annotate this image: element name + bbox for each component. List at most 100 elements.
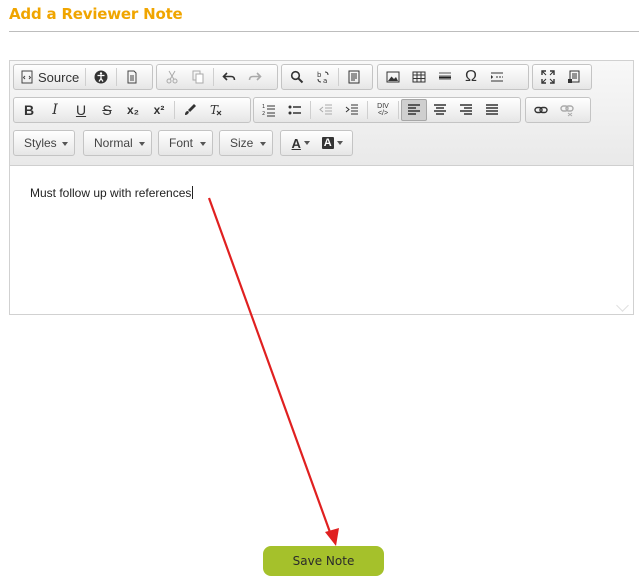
redo-button[interactable] xyxy=(242,66,268,88)
styles-label: Styles xyxy=(24,136,57,150)
toolbar-group-clipboard xyxy=(156,64,278,90)
replace-button[interactable]: ba xyxy=(310,66,336,88)
editor-toolbar: Source b a Ω B I U S x₂ x² T 1 2 DIV </>… xyxy=(10,61,633,166)
subscript-button[interactable]: x₂ xyxy=(120,99,146,121)
special-character-button[interactable]: Ω xyxy=(458,66,484,88)
unlink-icon xyxy=(560,103,574,117)
background-color-label: A xyxy=(321,137,334,149)
resize-handle-icon[interactable] xyxy=(616,299,629,312)
link-icon xyxy=(534,103,548,117)
chevron-down-icon xyxy=(139,142,145,146)
chevron-down-icon xyxy=(62,142,68,146)
title-divider xyxy=(9,31,639,32)
align-center-icon xyxy=(433,103,447,117)
source-button[interactable]: Source xyxy=(16,66,83,88)
bold-button[interactable]: B xyxy=(16,99,42,121)
table-button[interactable] xyxy=(406,66,432,88)
horizontal-line-icon xyxy=(438,70,452,84)
styles-dropdown[interactable]: Styles xyxy=(13,130,75,156)
source-label: Source xyxy=(38,69,80,85)
table-icon xyxy=(412,70,426,84)
svg-text:2: 2 xyxy=(262,111,265,117)
show-blocks-icon xyxy=(567,70,581,84)
remove-format-button[interactable]: T xyxy=(203,99,229,121)
link-button[interactable] xyxy=(528,99,554,121)
div-code-icon: </> xyxy=(377,110,389,117)
chevron-down-icon xyxy=(260,142,266,146)
div-label: DIV xyxy=(377,103,389,110)
font-dropdown[interactable]: Font xyxy=(158,130,213,156)
toolbar-group-document: Source xyxy=(13,64,153,90)
note-text: Must follow up with references xyxy=(30,186,192,200)
text-color-button[interactable]: A xyxy=(285,132,317,154)
show-blocks-button[interactable] xyxy=(561,66,587,88)
remove-format-icon: T xyxy=(209,103,223,117)
scissors-icon xyxy=(165,70,179,84)
horizontal-line-button[interactable] xyxy=(432,66,458,88)
outdent-button[interactable] xyxy=(313,99,339,121)
document-icon xyxy=(125,70,139,84)
toolbar-group-find: ba xyxy=(281,64,373,90)
toolbar-group-links xyxy=(525,97,591,123)
find-button[interactable] xyxy=(284,66,310,88)
page-break-icon xyxy=(490,70,504,84)
toolbar-group-paragraph: 12 DIV </> xyxy=(253,97,521,123)
indent-icon xyxy=(345,103,359,117)
text-cursor xyxy=(192,186,194,199)
editor-content[interactable]: Must follow up with references xyxy=(30,186,194,200)
chevron-down-icon xyxy=(200,142,206,146)
strike-button[interactable]: S xyxy=(94,99,120,121)
toolbar-group-basicstyles: B I U S x₂ x² T xyxy=(13,97,251,123)
redo-icon xyxy=(248,70,262,84)
undo-button[interactable] xyxy=(216,66,242,88)
maximize-button[interactable] xyxy=(535,66,561,88)
replace-icon: ba xyxy=(316,70,330,84)
justify-button[interactable] xyxy=(479,99,505,121)
toolbar-group-insert: Ω xyxy=(377,64,529,90)
align-left-icon xyxy=(407,103,421,117)
align-left-button[interactable] xyxy=(401,99,427,121)
paintbrush-icon xyxy=(183,103,197,117)
toolbar-group-colors: A A xyxy=(280,130,353,156)
image-button[interactable] xyxy=(380,66,406,88)
cut-button[interactable] xyxy=(159,66,185,88)
save-note-button[interactable]: Save Note xyxy=(263,546,384,576)
image-icon xyxy=(386,70,400,84)
format-label: Normal xyxy=(94,136,133,150)
accessibility-button[interactable] xyxy=(88,66,114,88)
align-center-button[interactable] xyxy=(427,99,453,121)
copy-formatting-button[interactable] xyxy=(177,99,203,121)
create-div-button[interactable]: DIV </> xyxy=(370,99,396,121)
italic-button[interactable]: I xyxy=(42,99,68,121)
outdent-icon xyxy=(319,103,333,117)
superscript-button[interactable]: x² xyxy=(146,99,172,121)
accessibility-icon xyxy=(94,70,108,84)
underline-button[interactable]: U xyxy=(68,99,94,121)
select-all-icon xyxy=(347,70,361,84)
chevron-down-icon xyxy=(303,141,310,145)
copy-icon xyxy=(191,70,205,84)
bulleted-list-button[interactable] xyxy=(282,99,308,121)
page-title: Add a Reviewer Note xyxy=(9,5,183,23)
svg-text:1: 1 xyxy=(262,104,265,110)
font-label: Font xyxy=(169,136,194,150)
preview-button[interactable] xyxy=(119,66,145,88)
source-icon xyxy=(20,70,34,84)
background-color-button[interactable]: A xyxy=(317,132,349,154)
align-right-button[interactable] xyxy=(453,99,479,121)
svg-text:a: a xyxy=(323,77,327,84)
page-break-button[interactable] xyxy=(484,66,510,88)
maximize-icon xyxy=(541,70,555,84)
numbered-list-button[interactable]: 12 xyxy=(256,99,282,121)
unlink-button[interactable] xyxy=(554,99,580,121)
svg-text:b: b xyxy=(317,71,322,79)
indent-button[interactable] xyxy=(339,99,365,121)
rich-text-editor: Source b a Ω B I U S x₂ x² T 1 2 DIV </>… xyxy=(9,60,634,315)
select-all-button[interactable] xyxy=(341,66,367,88)
align-right-icon xyxy=(459,103,473,117)
numbered-list-icon: 12 xyxy=(262,103,276,117)
size-dropdown[interactable]: Size xyxy=(219,130,273,156)
chevron-down-icon xyxy=(336,141,343,145)
format-dropdown[interactable]: Normal xyxy=(83,130,152,156)
copy-button[interactable] xyxy=(185,66,211,88)
